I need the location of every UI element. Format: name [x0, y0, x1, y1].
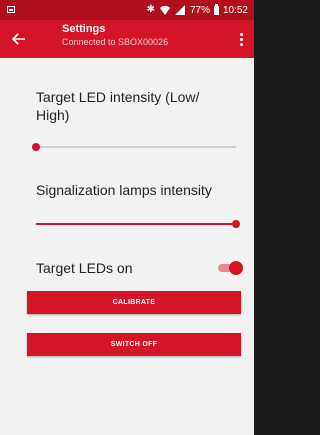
signalization-lamps-intensity-label: Signalization lamps intensity — [36, 182, 212, 198]
switch-off-button[interactable]: SWITCH OFF — [27, 333, 241, 356]
status-icons: ✱ 77% 10:52 — [147, 3, 248, 17]
target-leds-on-toggle[interactable] — [218, 261, 243, 275]
settings-content: Target LED intensity (Low/ High) Signali… — [0, 58, 254, 435]
wifi-icon — [159, 5, 170, 15]
status-bar: ✱ 77% 10:52 — [0, 0, 254, 20]
slider-thumb[interactable] — [32, 143, 40, 151]
notification-icon — [7, 6, 15, 13]
slider-thumb[interactable] — [232, 220, 240, 228]
page-title: Settings — [62, 23, 106, 35]
target-led-intensity-label: Target LED intensity (Low/ High) — [36, 89, 200, 123]
signal-icon — [174, 5, 185, 15]
clock: 10:52 — [222, 4, 248, 16]
connection-status: Connected to SBOX00026 — [62, 37, 169, 47]
battery-icon — [213, 3, 219, 15]
bluetooth-icon: ✱ — [146, 4, 155, 15]
overflow-menu-icon[interactable] — [236, 30, 246, 48]
toggle-knob — [229, 261, 243, 275]
target-leds-on-label: Target LEDs on — [36, 260, 133, 276]
calibrate-button[interactable]: CALIBRATE — [27, 291, 241, 314]
slider-track — [36, 146, 236, 148]
app-bar: Settings Connected to SBOX00026 — [0, 20, 254, 58]
device-screen: ✱ 77% 10:52 Settings Connected to SBOX00… — [0, 0, 254, 435]
slider-fill — [36, 223, 236, 225]
back-arrow-icon[interactable] — [8, 28, 30, 50]
target-led-intensity-slider[interactable] — [32, 140, 236, 154]
battery-percent: 77% — [189, 4, 210, 16]
signalization-lamps-intensity-slider[interactable] — [36, 217, 240, 231]
